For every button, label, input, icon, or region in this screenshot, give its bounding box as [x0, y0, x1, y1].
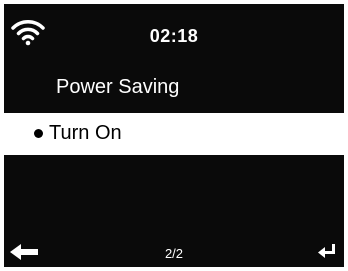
menu-option-label: Turn On [49, 122, 122, 144]
page-indicator: 2/2 [164, 246, 184, 261]
footer-bar: 2/2 [4, 234, 344, 267]
status-bar: 02:18 [4, 4, 344, 64]
device-screen: 02:18 Power Saving Turn On 2/2 [4, 4, 344, 267]
selected-bullet-icon [34, 129, 43, 138]
enter-return-icon[interactable] [318, 242, 336, 260]
clock-time: 02:18 [149, 26, 199, 46]
menu-option-turn-on[interactable]: Turn On [4, 113, 344, 155]
menu-title: Power Saving [56, 76, 180, 98]
